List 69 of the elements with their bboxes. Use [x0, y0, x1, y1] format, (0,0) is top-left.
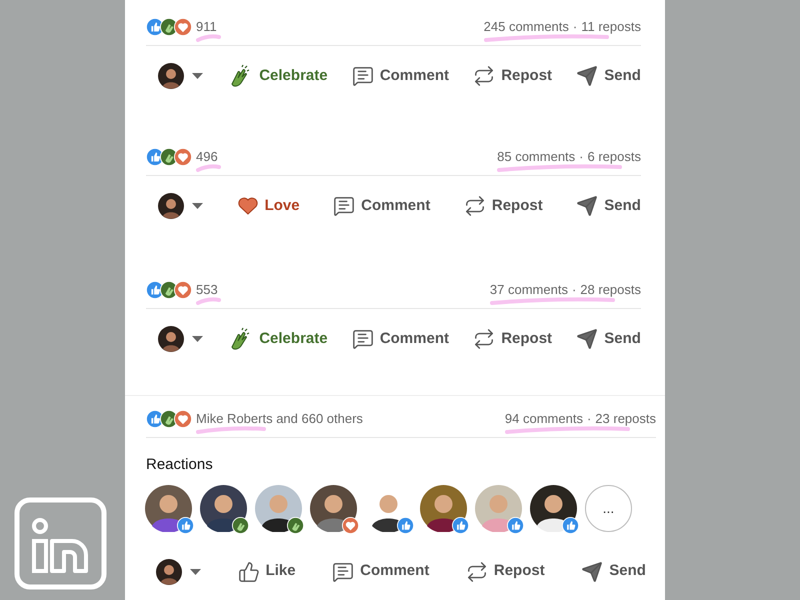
reactions-count[interactable]: 911	[196, 19, 217, 34]
repost-button[interactable]: Repost	[473, 64, 552, 88]
caret-icon	[192, 203, 203, 209]
avatar-icon	[156, 558, 182, 584]
send-button[interactable]: Send	[576, 64, 641, 88]
comment-icon	[333, 195, 356, 217]
caret-icon	[192, 73, 203, 79]
reaction-button[interactable]: Celebrate	[227, 327, 328, 351]
comment-icon	[352, 328, 374, 350]
avatar-icon	[158, 63, 184, 89]
repost-icon	[473, 65, 496, 87]
logo-icon	[14, 497, 107, 590]
separator-dot: ·	[572, 18, 578, 36]
caret-icon	[190, 568, 201, 574]
repost-button[interactable]: Repost	[466, 560, 545, 583]
reaction-button[interactable]: Love	[236, 194, 300, 218]
reaction-icons	[146, 410, 192, 428]
avatar-icon	[158, 193, 184, 219]
reaction-button[interactable]: Celebrate	[227, 64, 328, 88]
repost-icon	[466, 560, 488, 582]
reaction-icons	[146, 18, 192, 36]
reposts-count[interactable]: 11 reposts	[581, 17, 641, 37]
send-button[interactable]: Send	[581, 560, 646, 583]
comments-count[interactable]: 85 comments	[497, 147, 576, 167]
comment-button[interactable]: Comment	[352, 328, 449, 350]
comments-count[interactable]: 245 comments	[484, 17, 569, 37]
highlighter-mark	[196, 34, 221, 42]
reaction-picker[interactable]	[156, 558, 201, 584]
send-icon	[581, 560, 604, 582]
comments-count[interactable]: 37 comments	[490, 280, 568, 300]
comment-icon	[352, 65, 374, 87]
heart-icon	[236, 196, 259, 216]
repost-icon	[464, 195, 486, 217]
send-button[interactable]: Send	[576, 328, 641, 350]
separator-dot: ·	[586, 410, 592, 428]
reactions-count[interactable]: Mike Roberts and 660 others	[196, 411, 363, 426]
separator-dot: ·	[579, 148, 584, 166]
reaction-icons	[146, 148, 192, 166]
repost-button[interactable]: Repost	[473, 328, 552, 350]
send-icon	[576, 328, 598, 350]
reactions-heading: Reactions	[146, 455, 214, 475]
highlighter-mark	[196, 426, 266, 434]
reaction-icons	[146, 281, 192, 299]
comment-button[interactable]: Comment	[352, 64, 449, 88]
reposts-count[interactable]: 6 reposts	[588, 147, 641, 167]
thumbs-up-icon	[238, 560, 260, 582]
avatar-icon	[158, 326, 184, 352]
comment-button[interactable]: Comment	[333, 194, 430, 218]
reactions-count[interactable]: 496	[196, 149, 218, 164]
reactions-count[interactable]: 553	[196, 282, 218, 298]
highlighter-mark	[196, 164, 221, 172]
reaction-picker[interactable]	[158, 63, 203, 89]
repost-button[interactable]: Repost	[464, 194, 543, 218]
caret-icon	[192, 336, 203, 342]
comment-button[interactable]: Comment	[332, 560, 430, 583]
reaction-button[interactable]: Like	[238, 560, 296, 583]
comment-icon	[332, 560, 354, 582]
send-button[interactable]: Send	[576, 194, 641, 218]
reposts-count[interactable]: 23 reposts	[595, 409, 656, 429]
more-reactions-button[interactable]: ...	[585, 484, 632, 532]
reaction-picker[interactable]	[158, 193, 203, 219]
send-icon	[576, 195, 598, 217]
comments-count[interactable]: 94 comments	[504, 409, 583, 429]
send-icon	[576, 65, 598, 87]
separator-dot: ·	[572, 281, 576, 300]
repost-icon	[473, 328, 496, 350]
reposts-count[interactable]: 28 reposts	[580, 280, 641, 300]
highlighter-mark	[196, 297, 221, 306]
reaction-picker[interactable]	[158, 326, 203, 352]
